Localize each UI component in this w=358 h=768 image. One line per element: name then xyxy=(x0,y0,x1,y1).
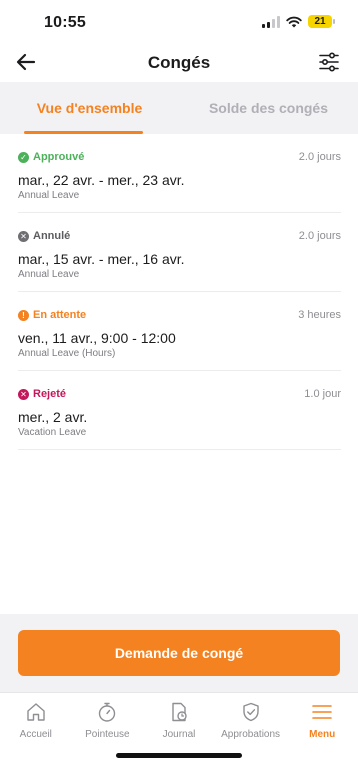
menu-icon xyxy=(312,705,332,719)
status-label: Rejeté xyxy=(33,388,67,400)
leave-type: Annual Leave (Hours) xyxy=(18,348,116,359)
leave-type: Annual Leave xyxy=(18,269,80,280)
home-icon xyxy=(27,703,45,721)
nav-item-label: Pointeuse xyxy=(85,729,130,740)
leave-item[interactable]: ✓ Approuvé 2.0 jours mar., 22 avr. - mer… xyxy=(18,134,341,213)
nav-bar: Congés xyxy=(0,44,358,82)
x-circle-icon: ✕ xyxy=(18,388,29,400)
filter-sliders-icon[interactable] xyxy=(318,51,340,73)
leave-item[interactable]: ! En attente 3 heures ven., 11 avr., 9:0… xyxy=(18,292,341,371)
status-badge: ! En attente xyxy=(18,309,86,321)
battery-icon: 21 xyxy=(308,15,335,28)
status-time: 10:55 xyxy=(44,14,86,31)
status-badge: ✕ Annulé xyxy=(18,230,70,242)
leave-type: Vacation Leave xyxy=(18,427,87,438)
check-circle-icon: ✓ xyxy=(18,151,29,163)
wifi-icon xyxy=(286,16,302,27)
nav-item-label: Journal xyxy=(162,729,196,740)
leave-dates: mer., 2 avr. xyxy=(18,409,88,425)
status-badge: ✓ Approuvé xyxy=(18,151,84,163)
nav-item-label: Accueil xyxy=(19,729,52,740)
leave-duration: 1.0 jour xyxy=(304,388,341,400)
leave-duration: 3 heures xyxy=(298,309,341,321)
nav-item-menu[interactable]: Menu xyxy=(286,693,358,768)
journal-icon xyxy=(172,702,187,722)
status-bar: 10:55 21 xyxy=(0,0,358,44)
nav-item-label: Approbations xyxy=(221,729,281,740)
nav-item-home[interactable]: Accueil xyxy=(0,693,72,768)
leave-duration: 2.0 jours xyxy=(298,230,341,242)
leave-list: ✓ Approuvé 2.0 jours mar., 22 avr. - mer… xyxy=(0,134,358,450)
status-label: En attente xyxy=(33,309,87,321)
leave-item[interactable]: ✕ Rejeté 1.0 jour mer., 2 avr. Vacation … xyxy=(18,371,341,450)
home-indicator xyxy=(116,753,242,758)
status-badge: ✕ Rejeté xyxy=(18,388,66,400)
status-label: Approuvé xyxy=(33,151,85,163)
shield-check-icon xyxy=(242,702,259,722)
page-title: Congés xyxy=(147,53,211,72)
leave-dates: mar., 15 avr. - mer., 16 avr. xyxy=(18,251,185,267)
exclamation-circle-icon: ! xyxy=(18,309,29,321)
tab-bar: Vue d'ensemble Solde des congés xyxy=(0,82,358,134)
status-icons: 21 xyxy=(262,15,335,28)
cellular-signal-icon xyxy=(262,15,280,28)
leave-type: Annual Leave xyxy=(18,190,80,201)
leave-duration: 2.0 jours xyxy=(298,151,341,163)
status-label: Annulé xyxy=(33,230,71,242)
nav-item-label: Menu xyxy=(309,729,336,740)
tab-overview[interactable]: Vue d'ensemble xyxy=(0,82,179,134)
leave-dates: mar., 22 avr. - mer., 23 avr. xyxy=(18,172,185,188)
tab-leave-balance[interactable]: Solde des congés xyxy=(179,82,358,134)
leave-dates: ven., 11 avr., 9:00 - 12:00 xyxy=(18,330,176,346)
leave-item[interactable]: ✕ Annulé 2.0 jours mar., 15 avr. - mer.,… xyxy=(18,213,341,292)
action-area: Demande de congé xyxy=(0,614,358,692)
phone-screen: 10:55 21 Congés Vue d'ensemble Solde des… xyxy=(0,0,358,768)
leave-request-button[interactable]: Demande de congé xyxy=(18,630,340,676)
stopwatch-icon xyxy=(99,702,116,722)
x-circle-icon: ✕ xyxy=(18,230,29,242)
